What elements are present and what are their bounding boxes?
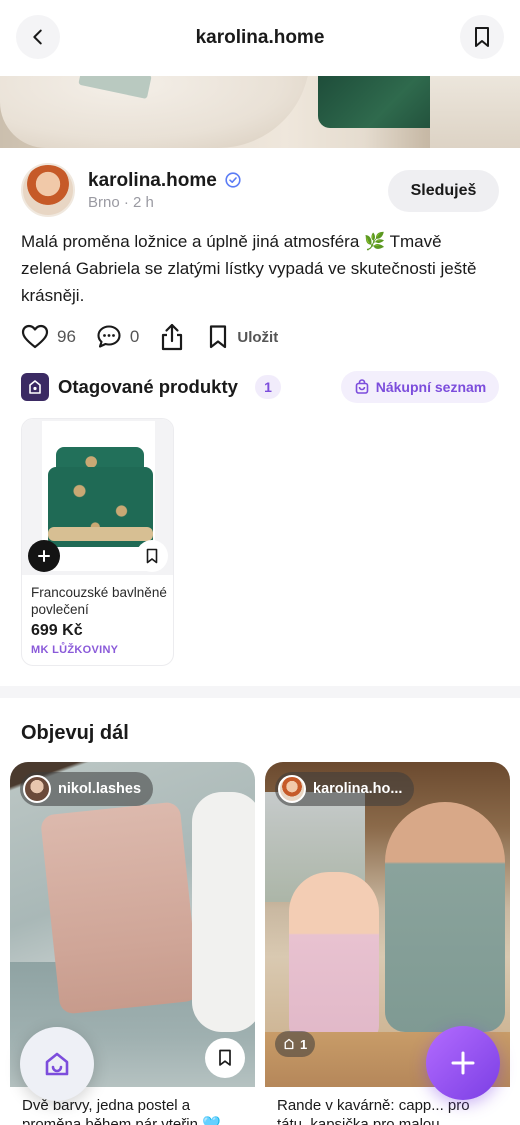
save-post-label: Uložit [237, 328, 279, 346]
product-name: Francouzské bavlněné povlečení [31, 585, 167, 617]
comment-button[interactable]: 0 [96, 324, 139, 350]
back-button[interactable] [16, 15, 60, 59]
shop-bag-icon [21, 373, 49, 401]
author-row: karolina.home Brno · 2 h Sleduješ [21, 163, 499, 219]
product-card[interactable]: Francouzské bavlněné povlečení 699 Kč MK… [21, 418, 174, 666]
home-button[interactable] [20, 1027, 94, 1101]
add-to-list-button[interactable] [28, 540, 60, 572]
create-post-button[interactable] [426, 1026, 500, 1100]
discover-title: Objevuj dál [21, 722, 129, 744]
avatar[interactable] [21, 163, 75, 217]
discover-card-user[interactable]: karolina.ho... [275, 772, 415, 806]
home-icon [45, 1052, 69, 1076]
avatar [278, 775, 306, 803]
bookmark-icon [146, 548, 158, 564]
section-divider [0, 686, 520, 698]
follow-button[interactable]: Sleduješ [388, 170, 499, 212]
tagged-count-badge: 1 [255, 375, 281, 399]
author-meta: Brno · 2 h [88, 194, 154, 211]
tagged-products-count: 1 [300, 1036, 308, 1052]
top-bar: karolina.home [0, 0, 520, 76]
post-actions: 96 0 Uložit [21, 321, 278, 353]
share-button[interactable] [159, 322, 185, 352]
discover-card-username: nikol.lashes [58, 781, 142, 797]
heart-icon [21, 324, 49, 349]
cart-icon [355, 379, 369, 394]
bookmark-icon [210, 325, 227, 349]
shopping-list-button[interactable]: Nákupní seznam [341, 371, 499, 403]
product-price: 699 Kč [31, 622, 83, 639]
post-image[interactable] [0, 76, 520, 148]
discover-card-user[interactable]: nikol.lashes [20, 772, 154, 806]
verified-icon [225, 172, 241, 188]
plus-icon [451, 1051, 475, 1075]
like-button[interactable]: 96 [21, 324, 76, 350]
plus-icon [38, 550, 50, 562]
discover-card-username: karolina.ho... [313, 781, 403, 797]
share-icon [162, 323, 183, 351]
bookmark-icon [475, 27, 489, 47]
comment-icon [97, 325, 121, 348]
discover-card-bookmark-button[interactable] [205, 1038, 245, 1078]
product-shop[interactable]: MK LŮŽKOVINY [31, 644, 118, 656]
product-bookmark-button[interactable] [136, 540, 168, 572]
discover-card-caption: Rande v kavárně: capp... pro tátu, kapsi… [277, 1097, 470, 1125]
author-name[interactable]: karolina.home [88, 170, 217, 192]
back-arrow-icon [33, 29, 42, 45]
tagged-products-header: Otagované produkty 1 Nákupní seznam [21, 371, 499, 403]
post-caption: Malá proměna ložnice a úplně jiná atmosf… [21, 232, 477, 305]
avatar [23, 775, 51, 803]
shopping-list-label: Nákupní seznam [375, 379, 487, 395]
tagged-products-badge: 1 [275, 1031, 316, 1057]
tagged-products-title: Otagované produkty [58, 376, 238, 397]
shop-bag-icon [284, 1038, 294, 1050]
save-post-button[interactable]: Uložit [207, 324, 278, 350]
bookmark-icon [219, 1049, 231, 1066]
like-count: 96 [57, 327, 76, 346]
page-title: karolina.home [195, 27, 325, 48]
header-bookmark-button[interactable] [460, 15, 504, 59]
comment-count: 0 [129, 327, 140, 346]
